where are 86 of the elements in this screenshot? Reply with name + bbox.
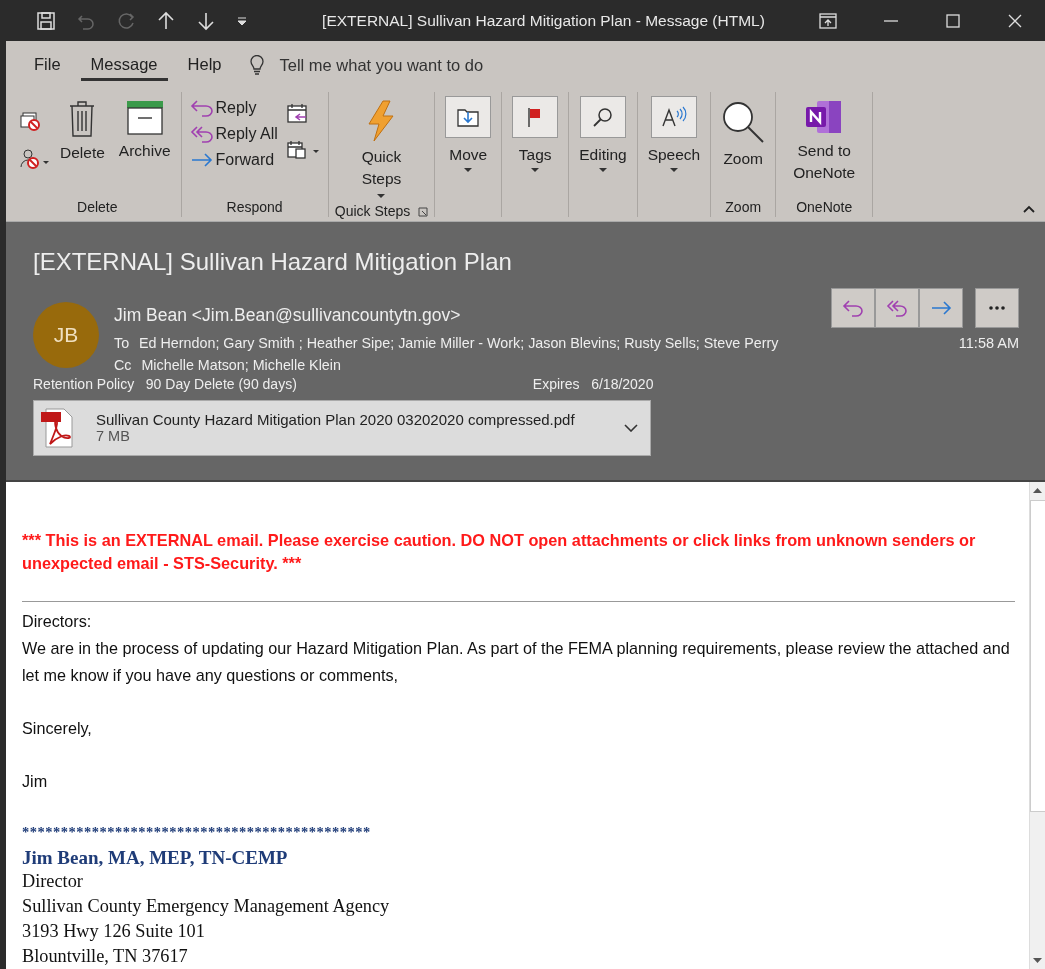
group-label: Delete [77, 198, 118, 217]
greeting-text: Directors: [22, 611, 93, 632]
redo-icon[interactable] [116, 10, 136, 31]
group-label: Quick Steps [334, 202, 411, 221]
forward-arrow-icon [930, 298, 952, 317]
dropdown-caret-icon [598, 167, 607, 173]
ribbon-button[interactable]: Speech [643, 95, 705, 177]
forward-button[interactable] [919, 287, 963, 328]
trash-icon [68, 99, 97, 138]
signature-line: 3193 Hwy 126 Suite 101 [22, 920, 206, 943]
window-title: [EXTERNAL] Sullivan Hazard Mitigation Plan - Message (HTML) [321, 11, 766, 30]
reply-all-button[interactable] [875, 287, 919, 328]
ignore-icon[interactable] [20, 109, 42, 132]
reply-button[interactable]: Reply [187, 95, 280, 120]
forward-arrow-icon [189, 150, 214, 169]
reply-all-arrow-icon [189, 124, 214, 143]
magnifier-icon [721, 99, 766, 144]
pdf-file-icon [40, 407, 74, 448]
more-actions-button[interactable] [975, 287, 1019, 328]
up-arrow-icon[interactable] [156, 10, 176, 31]
zoom-button[interactable]: Zoom [717, 95, 770, 172]
onenote-logo-icon [805, 99, 844, 134]
security-warning: *** This is an EXTERNAL email. Please exercise caution. DO NOT open attachments or click links from unknown senders or unexpected email - STS-Security. *** [22, 530, 977, 574]
down-arrow-icon[interactable] [196, 10, 216, 31]
body-paragraph: We are in the process of updating our Hazard Mitigation Plan. As part of the FEMA planning requirements, please review the attached and let me know if you have any questions or comments, [22, 638, 1011, 686]
send-to-onenote-button[interactable]: Send to OneNote [782, 95, 867, 188]
forward-button[interactable]: Forward [187, 147, 280, 172]
more-icon [988, 305, 1006, 310]
reply-arrow-icon [189, 98, 214, 117]
attachment[interactable]: Sullivan County Hazard Mitigation Plan 2020 03202020 compressed.pdf 7 MB [33, 399, 651, 456]
customize-icon[interactable] [236, 14, 248, 27]
ribbon-button[interactable]: Tags [508, 95, 563, 177]
archive-box-icon [125, 99, 164, 136]
signature-line: Sullivan County Emergency Management Agency [22, 895, 391, 918]
dropdown-caret-icon [669, 167, 678, 173]
signature-name: Jim Bean, MA, MEP, TN-CEMP [22, 847, 289, 869]
group-label: Respond [226, 198, 283, 217]
search-icon [591, 105, 614, 128]
chevron-down-icon[interactable] [624, 423, 638, 432]
lightbulb-icon [249, 55, 266, 76]
ribbon-tab[interactable]: Message [80, 49, 168, 82]
reply-button[interactable] [831, 287, 875, 328]
reply-all-button[interactable]: Reply All [187, 121, 280, 146]
close-icon[interactable] [1007, 12, 1023, 29]
read-aloud-icon [660, 105, 687, 128]
sender-avatar: JB [33, 301, 99, 368]
signature-line: Blountville, TN 37617 [22, 945, 189, 968]
signature-divider: ********************************************* [22, 824, 372, 841]
sent-time: 11:58 AM [958, 333, 1019, 353]
tell-me-field[interactable]: Tell me what you want to do [249, 54, 542, 76]
dialog-launcher-icon[interactable] [418, 206, 429, 217]
attachment-size: 7 MB [96, 428, 131, 445]
sender-name: Jim Bean <Jim.Bean@sullivancountytn.gov> [114, 304, 461, 327]
archive-button[interactable]: Archive [114, 95, 175, 164]
ribbon-display-icon[interactable] [819, 12, 837, 29]
junk-icon[interactable] [20, 147, 50, 170]
ribbon-button[interactable]: Editing [575, 95, 631, 177]
reply-all-arrow-icon [886, 298, 908, 317]
signature-line: Director [22, 870, 84, 893]
ribbon-button[interactable]: Move [441, 95, 496, 177]
dropdown-caret-icon [464, 167, 473, 173]
scroll-up-icon[interactable] [1033, 488, 1042, 494]
retention-policy: Retention Policy 90 Day Delete (90 days) [33, 375, 297, 392]
save-icon[interactable] [36, 10, 56, 31]
collapse-ribbon-icon[interactable] [1023, 204, 1035, 213]
scroll-thumb[interactable] [1029, 500, 1045, 812]
attachment-name: Sullivan County Hazard Mitigation Plan 2020 03202020 compressed.pdf [96, 411, 576, 429]
signoff-name: Jim [22, 771, 49, 792]
to-recipients: To Ed Herndon; Gary Smith ; Heather Sipe; Jamie Miller - Work; Jason Blevins; Rusty Sells; Steve Perry [114, 333, 779, 353]
maximize-icon[interactable] [945, 12, 961, 29]
cc-recipients: Cc Michelle Matson; Michelle Klein [114, 355, 342, 375]
dropdown-caret-icon [531, 167, 540, 173]
scrollbar[interactable] [1029, 482, 1045, 969]
group-label: Zoom [725, 198, 762, 217]
quick-steps-button[interactable]: Quick Steps [339, 95, 424, 203]
ribbon-tab[interactable]: Help [177, 49, 232, 82]
expiry-date: Expires 6/18/2020 [532, 375, 654, 392]
closing-text: Sincerely, [22, 718, 93, 739]
delete-button[interactable]: Delete [56, 95, 109, 166]
dropdown-caret-icon [377, 193, 386, 199]
reply-arrow-icon [842, 298, 864, 317]
scroll-down-icon[interactable] [1033, 957, 1042, 963]
group-label: OneNote [796, 198, 853, 217]
ribbon-tab[interactable]: File [24, 49, 71, 82]
meeting-reply-icon[interactable] [285, 101, 310, 126]
message-subject: [EXTERNAL] Sullivan Hazard Mitigation Plan [33, 247, 513, 276]
